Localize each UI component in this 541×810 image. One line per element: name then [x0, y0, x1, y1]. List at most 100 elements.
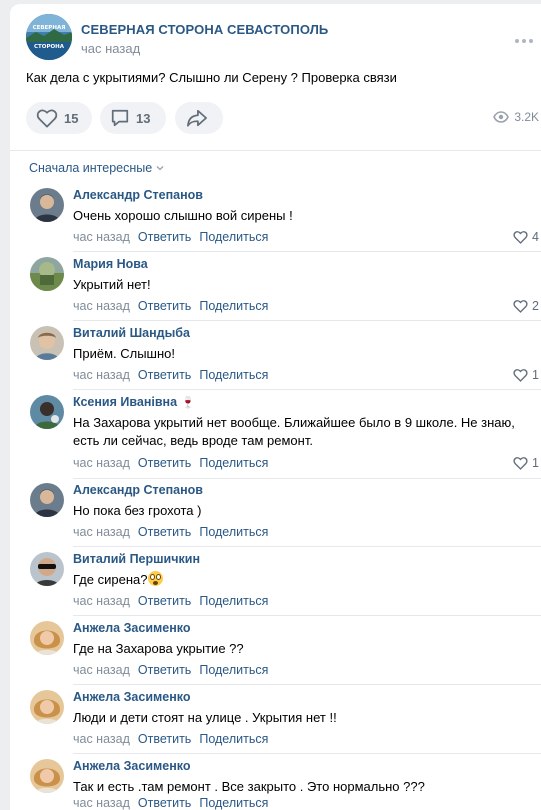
reply-link[interactable]: Ответить	[138, 456, 191, 470]
comment-author-name: Ксения Иванівна	[73, 395, 178, 409]
sort-label: Сначала интересные	[29, 161, 153, 175]
avatar[interactable]	[30, 483, 64, 517]
comment-author[interactable]: Александр Степанов	[73, 188, 203, 202]
comment-count: 13	[136, 110, 151, 126]
avatar[interactable]	[30, 690, 64, 724]
comment-text: Но пока без грохота )	[73, 503, 202, 518]
share-link[interactable]: Поделиться	[199, 456, 268, 470]
share-link[interactable]: Поделиться	[199, 796, 268, 810]
avatar[interactable]	[30, 552, 64, 586]
divider	[73, 684, 541, 685]
avatar[interactable]	[30, 188, 64, 222]
heart-icon	[513, 231, 528, 244]
comment-time[interactable]: час назад	[73, 456, 130, 470]
comment-item: Мария Нова Укрытий нет! час назад Ответит…	[30, 257, 541, 323]
comment-like-button[interactable]: 4	[513, 230, 539, 244]
comment-meta: час назад Ответить Поделиться	[73, 456, 268, 470]
reply-link[interactable]: Ответить	[138, 525, 191, 539]
comment-like-button[interactable]: 1	[513, 456, 539, 470]
reply-link[interactable]: Ответить	[138, 594, 191, 608]
share-link[interactable]: Поделиться	[199, 230, 268, 244]
comment-author[interactable]: Анжела Засименко	[73, 690, 191, 704]
avatar[interactable]	[30, 621, 64, 655]
wine-emoji: 🍷	[181, 397, 195, 409]
comment-like-count: 1	[532, 368, 539, 382]
comment-text: Люди и дети стоят на улице . Укрытия нет…	[73, 710, 337, 725]
views-counter: 3.2K	[493, 110, 539, 124]
comment-like-count: 1	[532, 456, 539, 470]
avatar[interactable]	[30, 257, 64, 291]
comment-text: Где сирена?	[73, 571, 523, 589]
avatar[interactable]	[30, 759, 64, 793]
comment-time[interactable]: час назад	[73, 368, 130, 382]
comment-author[interactable]: Анжела Засименко	[73, 621, 191, 635]
comment-author[interactable]: Виталий Першичкин	[73, 552, 200, 566]
heart-icon	[36, 109, 58, 128]
avatar[interactable]	[30, 395, 64, 429]
group-avatar[interactable]: СЕВЕРНАЯ СТОРОНА	[26, 14, 72, 60]
reply-link[interactable]: Ответить	[138, 663, 191, 677]
like-button[interactable]: 15	[26, 102, 92, 134]
comment-meta: час назад Ответить Поделиться	[73, 594, 268, 608]
share-button[interactable]	[175, 102, 223, 134]
comment-text: Так и есть .там ремонт . Все закрыто . Э…	[73, 779, 425, 794]
comment-author[interactable]: Александр Степанов	[73, 483, 203, 497]
comment-item: Анжела Засименко Люди и дети стоят на ул…	[30, 690, 541, 756]
group-name[interactable]: СЕВЕРНАЯ СТОРОНА СЕВАСТОПОЛЬ	[81, 22, 328, 37]
more-options-icon[interactable]	[515, 30, 535, 50]
comment-meta: час назад Ответить Поделиться	[73, 663, 268, 677]
comment-meta: час назад Ответить Поделиться	[73, 525, 268, 539]
comment-text: Приём. Слышно!	[73, 346, 175, 361]
comment-meta: час назад Ответить Поделиться	[73, 230, 268, 244]
like-count: 15	[64, 110, 79, 126]
eye-icon	[493, 111, 510, 123]
share-link[interactable]: Поделиться	[199, 368, 268, 382]
comment-time[interactable]: час назад	[73, 525, 130, 539]
share-link[interactable]: Поделиться	[199, 594, 268, 608]
comment-time[interactable]: час назад	[73, 732, 130, 746]
comment-author[interactable]: Виталий Шандыба	[73, 326, 190, 340]
comment-author[interactable]: Анжела Засименко	[73, 759, 191, 773]
flushed-face-emoji	[148, 571, 164, 586]
comment-time[interactable]: час назад	[73, 663, 130, 677]
share-link[interactable]: Поделиться	[199, 525, 268, 539]
comment-button[interactable]: 13	[100, 102, 166, 134]
share-link[interactable]: Поделиться	[199, 663, 268, 677]
divider	[73, 615, 541, 616]
views-count: 3.2K	[514, 110, 539, 124]
reply-link[interactable]: Ответить	[138, 299, 191, 313]
share-link[interactable]: Поделиться	[199, 732, 268, 746]
heart-icon	[513, 300, 528, 313]
divider	[73, 389, 541, 390]
comment-meta: час назад Ответить Поделиться	[73, 368, 268, 382]
svg-text:СЕВЕРНАЯ: СЕВЕРНАЯ	[33, 25, 66, 31]
comment-text-content: Где сирена?	[73, 572, 148, 587]
share-link[interactable]: Поделиться	[199, 299, 268, 313]
divider	[73, 478, 541, 479]
chevron-down-icon	[156, 166, 164, 171]
comment-time[interactable]: час назад	[73, 230, 130, 244]
divider	[73, 753, 541, 754]
comment-time[interactable]: час назад	[73, 299, 130, 313]
share-icon	[187, 109, 207, 127]
heart-icon	[513, 457, 528, 470]
reply-link[interactable]: Ответить	[138, 230, 191, 244]
divider	[73, 320, 541, 321]
comment-meta: час назад Ответить Поделиться	[73, 796, 268, 810]
comment-time[interactable]: час назад	[73, 796, 130, 810]
comment-like-button[interactable]: 1	[513, 368, 539, 382]
comment-author[interactable]: Мария Нова	[73, 257, 148, 271]
reply-link[interactable]: Ответить	[138, 368, 191, 382]
avatar[interactable]	[30, 326, 64, 360]
comment-meta: час назад Ответить Поделиться	[73, 299, 268, 313]
comment-author[interactable]: Ксения Иванівна 🍷	[73, 395, 195, 409]
comment-text: Где на Захарова укрытие ??	[73, 641, 244, 656]
comment-like-button[interactable]: 2	[513, 299, 539, 313]
post-time[interactable]: час назад	[81, 41, 140, 56]
reply-link[interactable]: Ответить	[138, 796, 191, 810]
post-header: СЕВЕРНАЯ СТОРОНА СЕВЕРНАЯ СТОРОНА СЕВАСТ…	[26, 14, 541, 66]
group-avatar-text: СТОРОНА	[33, 44, 65, 50]
comment-time[interactable]: час назад	[73, 594, 130, 608]
reply-link[interactable]: Ответить	[138, 732, 191, 746]
comments-sort-dropdown[interactable]: Сначала интересные	[29, 161, 164, 175]
